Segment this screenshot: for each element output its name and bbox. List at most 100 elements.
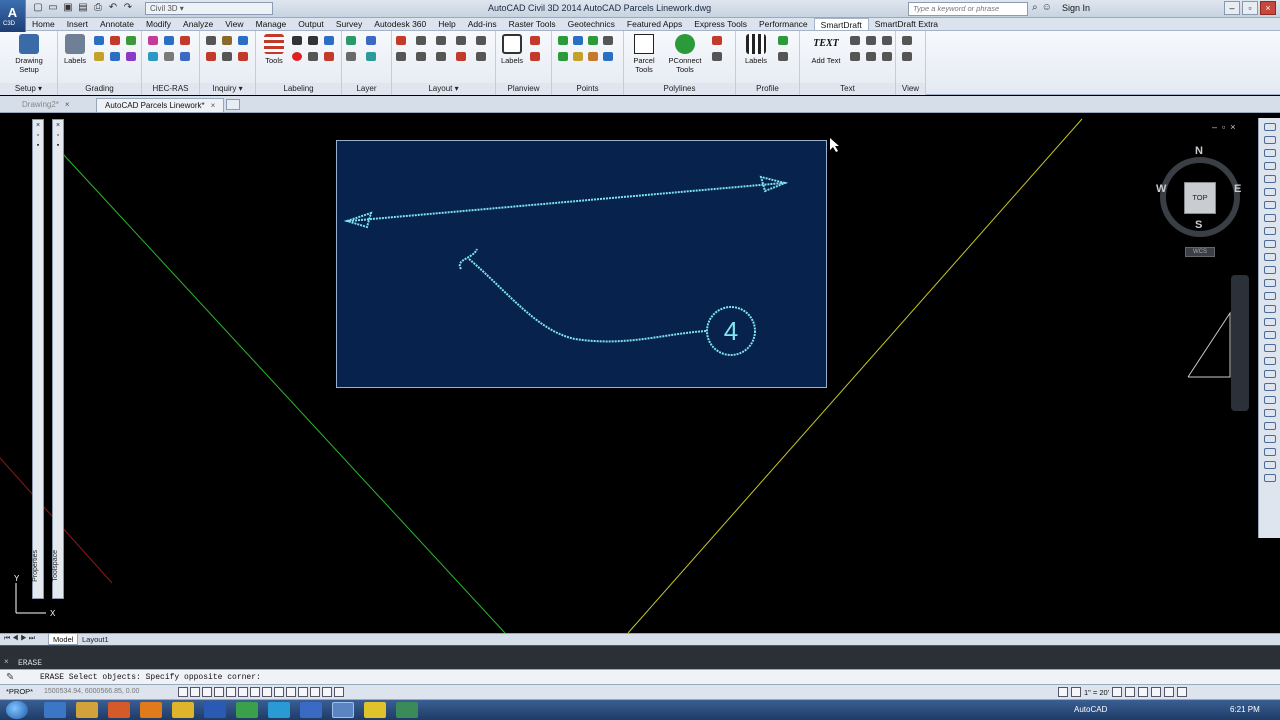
tool-icon[interactable] [324, 52, 334, 61]
word-icon[interactable] [204, 702, 226, 718]
tool-icon[interactable] [110, 52, 120, 61]
tool-icon[interactable] [1264, 188, 1276, 196]
close-icon[interactable]: × [33, 122, 43, 130]
ie-icon[interactable] [268, 702, 290, 718]
tool-icon[interactable] [110, 36, 120, 45]
application-menu-button[interactable]: A C3D [0, 0, 26, 32]
tool-icon[interactable] [558, 52, 568, 61]
lock-icon[interactable] [1138, 687, 1149, 697]
minimize-button[interactable]: – [1224, 1, 1240, 15]
tool-icon[interactable] [1264, 123, 1276, 131]
tool-icon[interactable] [1264, 227, 1276, 235]
wcs-menu[interactable]: WCS [1185, 247, 1215, 257]
tool-icon[interactable] [292, 36, 302, 45]
menu-icon[interactable]: ▪ [53, 142, 63, 150]
triangle-shape[interactable] [1187, 311, 1231, 378]
snap-icon[interactable] [178, 687, 188, 697]
tab-layout1[interactable]: Layout1 [78, 634, 113, 645]
tab-express-tools[interactable]: Express Tools [688, 18, 753, 30]
toolspace-palette[interactable]: × ▫ ▪ Toolspace [52, 119, 64, 599]
viewcube-top-face[interactable]: TOP [1184, 182, 1216, 214]
tab-autodesk-360[interactable]: Autodesk 360 [368, 18, 432, 30]
tool-icon[interactable] [164, 36, 174, 45]
close-icon[interactable]: × [4, 657, 9, 666]
new-icon[interactable]: ▢ [32, 2, 44, 13]
sign-in-link[interactable]: Sign In [1062, 3, 1090, 13]
tool-icon[interactable] [436, 36, 446, 45]
tab-analyze[interactable]: Analyze [177, 18, 219, 30]
tool-icon[interactable] [238, 52, 248, 61]
tool-icon[interactable] [308, 36, 318, 45]
parcel-tools-button[interactable]: Parcel Tools [628, 34, 660, 74]
tool-icon[interactable] [456, 52, 466, 61]
add-text-button[interactable]: TEXT Add Text [804, 34, 848, 65]
tool-icon[interactable] [1264, 331, 1276, 339]
drawing-canvas[interactable]: Y X × ▫ ▪ Properties × ▫ ▪ Toolspace 4 –… [0, 113, 1256, 633]
tool-icon[interactable] [850, 52, 860, 61]
tool-icon[interactable] [712, 52, 722, 61]
pin-icon[interactable]: ▫ [53, 132, 63, 140]
tool-icon[interactable] [148, 52, 158, 61]
tab-survey[interactable]: Survey [330, 18, 368, 30]
tab-smartdraft-extra[interactable]: SmartDraft Extra [869, 18, 944, 30]
saveas-icon[interactable]: ▤ [77, 2, 89, 13]
redo-icon[interactable]: ↷ [122, 2, 134, 13]
tool-icon[interactable] [1264, 383, 1276, 391]
tool-icon[interactable] [456, 36, 466, 45]
tool-icon[interactable] [476, 36, 486, 45]
tool-icon[interactable] [1264, 357, 1276, 365]
explorer-icon[interactable] [76, 702, 98, 718]
tool-icon[interactable] [1264, 396, 1276, 404]
tool-icon[interactable] [530, 36, 540, 45]
tab-home[interactable]: Home [26, 18, 61, 30]
isolate-icon[interactable] [1151, 687, 1162, 697]
osnap-icon[interactable] [226, 687, 236, 697]
tool-icon[interactable] [416, 52, 426, 61]
lwt-icon[interactable] [286, 687, 296, 697]
tool-icon[interactable] [1264, 474, 1276, 482]
leader-arrow-line[interactable] [348, 182, 784, 222]
tool-icon[interactable] [1264, 435, 1276, 443]
tool-icon[interactable] [1264, 409, 1276, 417]
tab-modify[interactable]: Modify [140, 18, 177, 30]
restore-button[interactable]: ▫ [1242, 1, 1258, 15]
model-space-icon[interactable] [1058, 687, 1068, 697]
tool-icon[interactable] [1264, 344, 1276, 352]
tool-icon[interactable] [778, 36, 788, 45]
menu-icon[interactable]: ▪ [33, 142, 43, 150]
redline-inset[interactable]: 4 [336, 140, 827, 388]
tab-geotechnics[interactable]: Geotechnics [562, 18, 621, 30]
tool-icon[interactable] [346, 36, 356, 45]
start-button[interactable] [6, 701, 28, 719]
tool-icon[interactable] [396, 36, 406, 45]
tool-icon[interactable] [882, 52, 892, 61]
tab-annotate[interactable]: Annotate [94, 18, 140, 30]
search-input[interactable]: Type a keyword or phrase [908, 2, 1028, 16]
tab-help[interactable]: Help [432, 18, 461, 30]
tool-icon[interactable] [588, 36, 598, 45]
tab-navigation-icon[interactable]: ⏮◀▶⏭ [4, 635, 37, 643]
tool-icon[interactable] [1264, 279, 1276, 287]
print-icon[interactable]: ⎙ [92, 2, 104, 13]
tab-insert[interactable]: Insert [61, 18, 94, 30]
tool-icon[interactable] [94, 36, 104, 45]
close-icon[interactable]: × [53, 122, 63, 130]
minimize-icon[interactable]: – [1212, 122, 1217, 132]
tab-manage[interactable]: Manage [250, 18, 293, 30]
tool-icon[interactable] [126, 52, 136, 61]
app-icon[interactable] [364, 702, 386, 718]
tool-icon[interactable] [324, 36, 334, 45]
tool-icon[interactable] [416, 36, 426, 45]
tool-icon[interactable] [206, 36, 216, 45]
pin-icon[interactable]: ▫ [33, 132, 43, 140]
hardware-icon[interactable] [1164, 687, 1175, 697]
ortho-icon[interactable] [202, 687, 212, 697]
tool-icon[interactable] [1264, 175, 1276, 183]
doc-tab-drawing2[interactable]: Drawing2* × [14, 98, 78, 112]
tool-icon[interactable] [866, 52, 876, 61]
clock[interactable]: 6:21 PM [1230, 705, 1260, 714]
tool-icon[interactable] [588, 52, 598, 61]
tool-icon[interactable] [436, 52, 446, 61]
close-button[interactable]: × [1260, 1, 1276, 15]
sc-icon[interactable] [322, 687, 332, 697]
